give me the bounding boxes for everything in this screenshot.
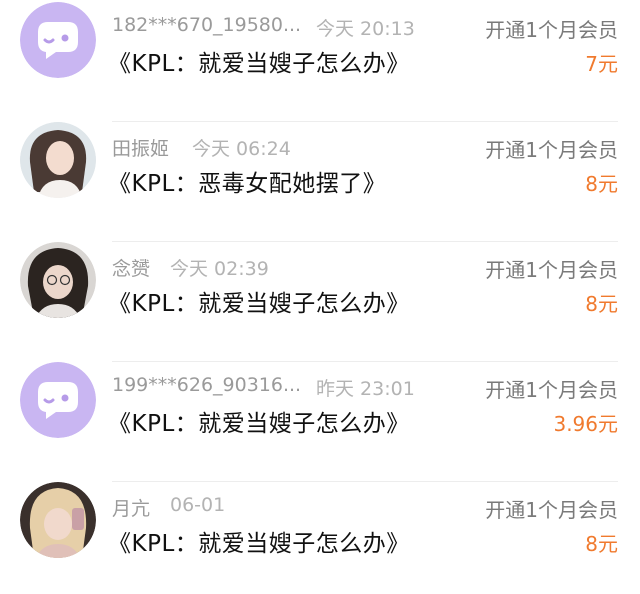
- record-action: 开通1个月会员: [485, 138, 618, 162]
- book-title[interactable]: 《KPL：恶毒女配她摆了》: [108, 164, 386, 198]
- user-name: 田振姬: [112, 138, 170, 160]
- record-time: 今天 02:39: [170, 258, 269, 280]
- record-time: 昨天 23:01: [316, 378, 415, 400]
- list-item[interactable]: 199***626_90316... 昨天 23:01 开通1个月会员 《KPL…: [0, 362, 640, 482]
- record-action: 开通1个月会员: [485, 18, 618, 42]
- user-name: 月亢: [112, 498, 151, 520]
- user-name: 182***670_19580...: [112, 14, 302, 36]
- user-photo: [20, 122, 96, 198]
- user-name: 念赟: [112, 258, 151, 280]
- list-item[interactable]: 月亢 06-01 开通1个月会员 《KPL：就爱当嫂子怎么办》 8元: [0, 482, 640, 594]
- user-photo: [20, 482, 96, 558]
- avatar-default[interactable]: [20, 362, 96, 438]
- record-time: 06-01: [170, 494, 226, 516]
- record-time: 今天 06:24: [192, 138, 291, 160]
- avatar-photo[interactable]: [20, 242, 96, 318]
- record-action: 开通1个月会员: [485, 378, 618, 402]
- avatar-default[interactable]: [20, 2, 96, 78]
- book-title[interactable]: 《KPL：就爱当嫂子怎么办》: [108, 524, 410, 558]
- chat-bubble-icon: [20, 362, 96, 438]
- list-item[interactable]: 182***670_19580... 今天 20:13 开通1个月会员 《KPL…: [0, 2, 640, 122]
- price-amount: 7元: [585, 52, 618, 76]
- price-amount: 8元: [585, 532, 618, 556]
- chat-bubble-icon: [20, 2, 96, 78]
- book-title[interactable]: 《KPL：就爱当嫂子怎么办》: [108, 284, 410, 318]
- price-amount: 8元: [585, 292, 618, 316]
- price-amount: 8元: [585, 172, 618, 196]
- price-amount: 3.96元: [553, 412, 618, 436]
- list-item[interactable]: 念赟 今天 02:39 开通1个月会员 《KPL：就爱当嫂子怎么办》 8元: [0, 242, 640, 362]
- record-action: 开通1个月会员: [485, 258, 618, 282]
- list-item[interactable]: 田振姬 今天 06:24 开通1个月会员 《KPL：恶毒女配她摆了》 8元: [0, 122, 640, 242]
- record-action: 开通1个月会员: [485, 498, 618, 522]
- book-title[interactable]: 《KPL：就爱当嫂子怎么办》: [108, 44, 410, 78]
- record-time: 今天 20:13: [316, 18, 415, 40]
- user-name: 199***626_90316...: [112, 374, 302, 396]
- book-title[interactable]: 《KPL：就爱当嫂子怎么办》: [108, 404, 410, 438]
- purchase-record-list: 182***670_19580... 今天 20:13 开通1个月会员 《KPL…: [0, 0, 640, 594]
- avatar-photo[interactable]: [20, 482, 96, 558]
- avatar-photo[interactable]: [20, 122, 96, 198]
- user-photo: [20, 242, 96, 318]
